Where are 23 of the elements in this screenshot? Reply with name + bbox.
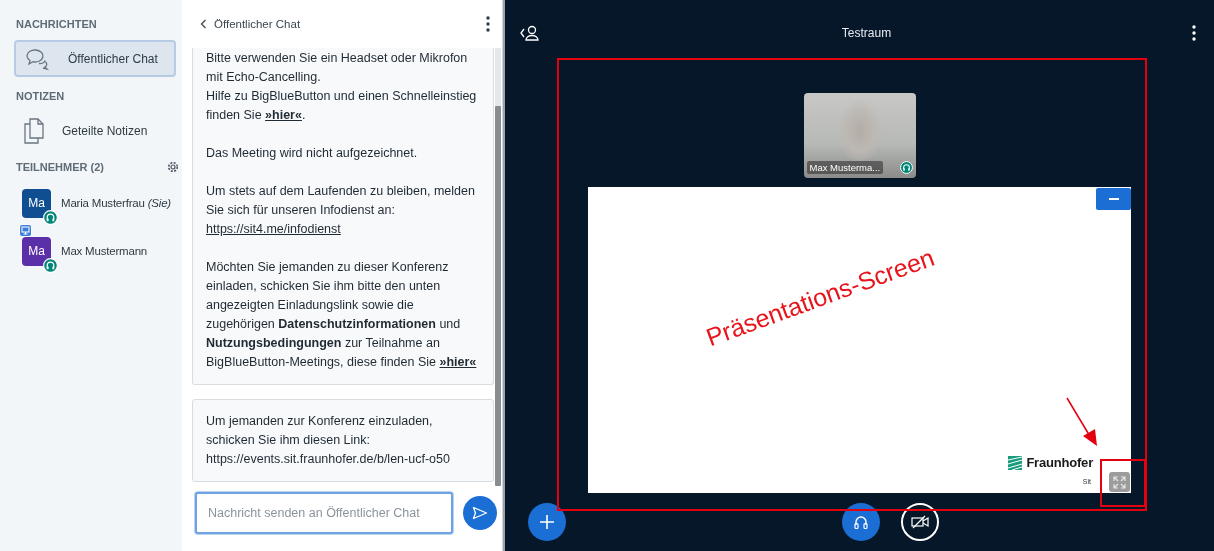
section-title: NACHRICHTEN: [16, 18, 97, 30]
link[interactable]: »hier«: [439, 355, 477, 369]
message-text: Um stets auf dem Laufenden zu bleiben, melden Sie sich für unseren Infodienst an:: [206, 183, 476, 219]
link[interactable]: »hier«: [265, 108, 302, 122]
user-name[interactable]: Maria Musterfrau (Sie): [61, 197, 171, 209]
message-input-field[interactable]: Nachricht senden an Öffentlicher Chat: [195, 492, 453, 534]
message-text: Hilfe zu BigBlueButton und einen Schnelleinstieg finden Sie »hier«.: [206, 88, 478, 124]
webcam-name: Max Musterma...: [806, 161, 884, 174]
message-text: Um jemanden zur Konferenz einzuladen, schicken Sie ihm diesen Link: https://events.sit.fraunhofer.de/b/len-ucf-o50: [206, 413, 451, 468]
sidebar-item[interactable]: Öffentlicher Chat: [14, 40, 176, 77]
user-avatar[interactable]: Ma: [22, 236, 51, 266]
room-title: Testraum: [840, 26, 893, 40]
message-text: Das Meeting wird nicht aufgezeichnet.: [206, 145, 419, 162]
user-avatar[interactable]: Ma: [22, 188, 51, 218]
message-text: Möchten Sie jemanden zu dieser Konferenz einladen, schicken Sie ihm bitte den unten angezeigten Einladungslink sowie die zugehörigen Datenschutzinformationen und Nutzungsbedingungen zur Teilnahme an BigBlueButton-Meetings, diese finden Sie »hier«: [206, 259, 478, 371]
message-text: Bitte verwenden Sie ein Headset oder Mikrofon mit Echo-Cancelling.: [206, 50, 469, 86]
section-title: NOTIZEN: [16, 90, 65, 102]
sidebar-item[interactable]: Geteilte Notizen: [14, 112, 176, 149]
link[interactable]: https://sit4.me/infodienst: [206, 222, 341, 236]
logo-text: Fraunhofer: [1026, 455, 1093, 470]
section-title: TEILNEHMER (2): [16, 161, 104, 173]
chat-title: Öffentlicher Chat: [214, 18, 302, 30]
user-name[interactable]: Max Mustermann: [61, 245, 148, 257]
